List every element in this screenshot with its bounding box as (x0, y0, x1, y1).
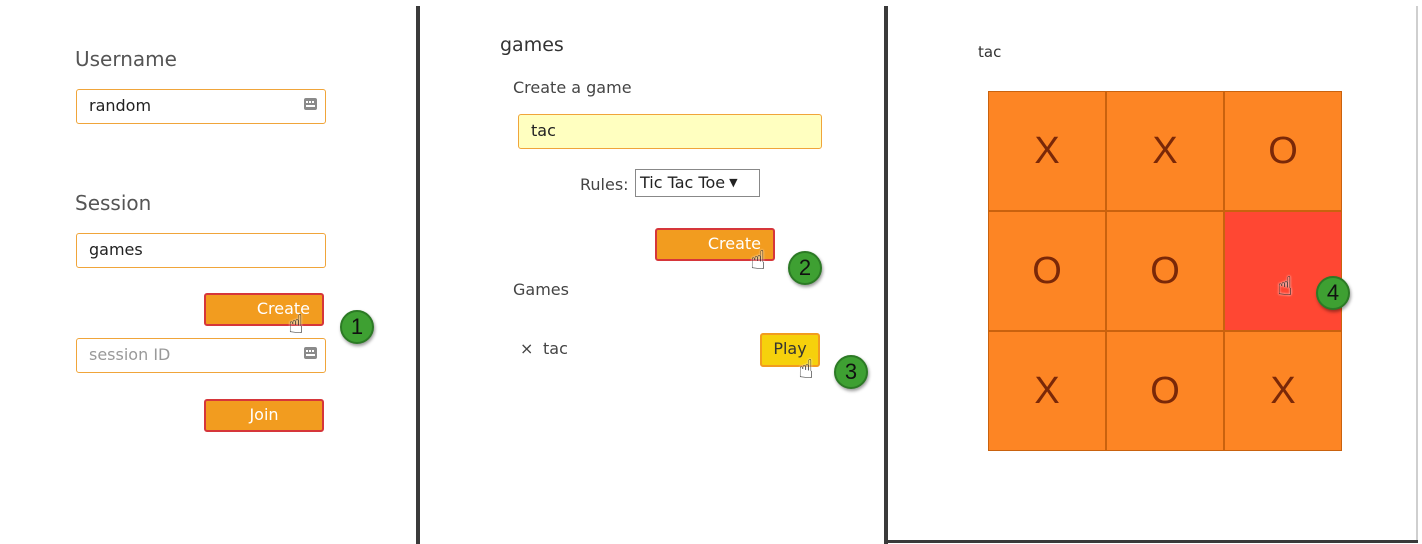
step-badge-3: 3 (834, 355, 868, 389)
create-session-button[interactable]: Create (204, 293, 324, 326)
board-cell[interactable]: O (988, 211, 1106, 331)
board-cell-highlighted[interactable] (1224, 211, 1342, 331)
board-cell[interactable]: X (988, 91, 1106, 211)
board-cell[interactable]: O (1106, 211, 1224, 331)
create-game-heading: Create a game (513, 78, 632, 97)
panel-border (1416, 6, 1418, 540)
hand-pointer-icon: ☝ (750, 246, 766, 276)
rules-label: Rules: (580, 175, 629, 194)
username-input[interactable]: random (76, 89, 326, 124)
keyboard-icon[interactable] (304, 347, 317, 359)
session-label: Session (75, 191, 152, 215)
hand-pointer-icon: ☝ (288, 310, 304, 340)
games-panel: games Create a game tac Rules: Tic Tac T… (420, 0, 882, 544)
session-panel: Username random Session games Create ☝ 1… (0, 0, 416, 544)
session-input[interactable]: games (76, 233, 326, 268)
board-cell[interactable]: X (1224, 331, 1342, 451)
board-cell[interactable]: O (1106, 331, 1224, 451)
session-id-placeholder: session ID (89, 345, 171, 364)
board-cell[interactable]: X (1106, 91, 1224, 211)
step-badge-1: 1 (340, 310, 374, 344)
keyboard-icon[interactable] (304, 98, 317, 110)
username-value: random (89, 96, 152, 115)
game-name: tac (543, 339, 568, 358)
step-badge-4: 4 (1316, 276, 1350, 310)
hand-pointer-icon: ☝ (1277, 272, 1293, 302)
session-value: games (89, 240, 143, 259)
join-button[interactable]: Join (204, 399, 324, 432)
caret-down-icon: ▼ (729, 176, 738, 189)
game-title: tac (978, 43, 1002, 61)
remove-game-button[interactable]: × (520, 339, 533, 358)
rules-select[interactable]: Tic Tac Toe ▼ (635, 169, 760, 197)
game-name-input[interactable]: tac (518, 114, 822, 149)
game-name-value: tac (531, 121, 556, 140)
username-label: Username (75, 47, 177, 71)
hand-pointer-icon: ☝ (798, 355, 814, 385)
session-title: games (500, 34, 564, 56)
rules-selected: Tic Tac Toe (640, 173, 726, 192)
step-badge-2: 2 (788, 251, 822, 285)
session-id-input[interactable]: session ID (76, 338, 326, 373)
games-list-heading: Games (513, 280, 569, 299)
board-cell[interactable]: O (1224, 91, 1342, 211)
tic-tac-toe-board: X X O O O X O X (988, 91, 1342, 451)
board-cell[interactable]: X (988, 331, 1106, 451)
panel-border (888, 540, 1418, 543)
